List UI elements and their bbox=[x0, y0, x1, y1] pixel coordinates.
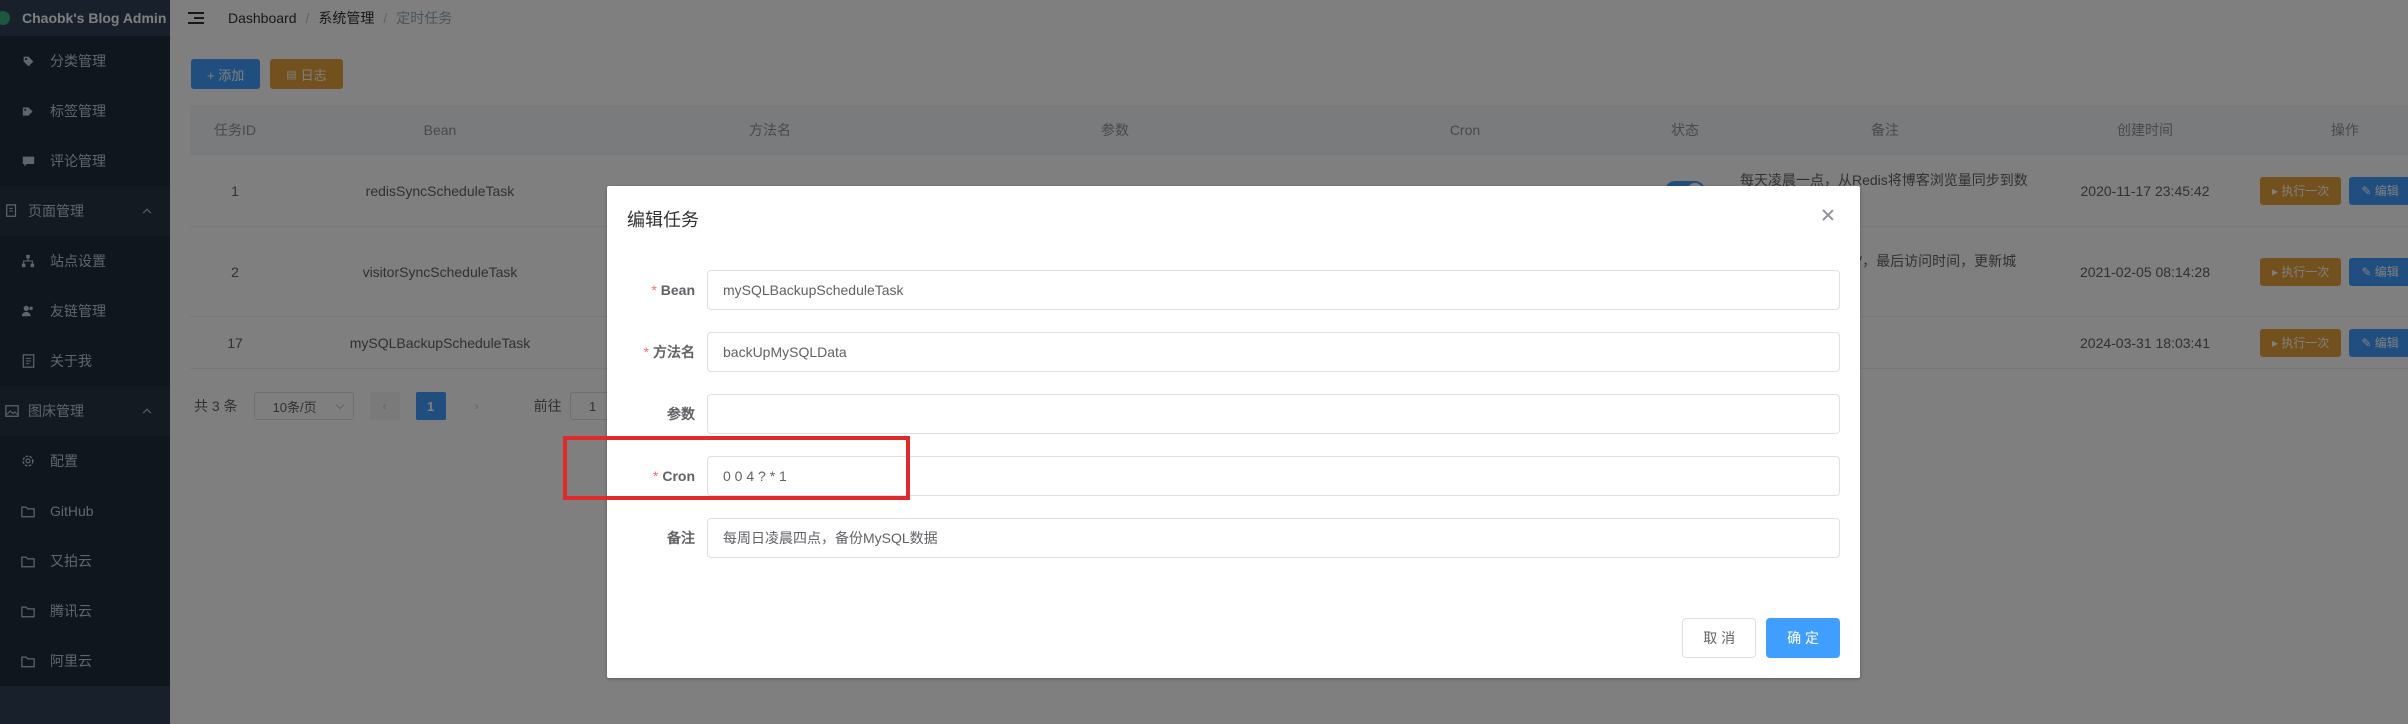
form-row-bean: * Bean mySQLBackupScheduleTask bbox=[607, 270, 1860, 310]
note-label: 备注 bbox=[667, 530, 695, 546]
edit-task-dialog: 编辑任务 * Bean mySQLBackupScheduleTask * 方法名 … bbox=[607, 186, 1860, 678]
close-icon[interactable] bbox=[1820, 208, 1836, 224]
params-label: 参数 bbox=[667, 406, 695, 422]
form-row-params: 参数 bbox=[607, 394, 1860, 434]
note-input[interactable]: 每周日凌晨四点，备份MySQL数据 bbox=[707, 518, 1840, 558]
form-row-note: 备注 每周日凌晨四点，备份MySQL数据 bbox=[607, 518, 1860, 558]
confirm-button[interactable]: 确 定 bbox=[1766, 618, 1840, 658]
dialog-title: 编辑任务 bbox=[627, 210, 699, 230]
cron-label: Cron bbox=[662, 468, 695, 484]
bean-label: Bean bbox=[660, 282, 695, 298]
cron-input[interactable]: 0 0 4 ? * 1 bbox=[707, 456, 1840, 496]
cancel-button[interactable]: 取 消 bbox=[1682, 618, 1757, 658]
method-input[interactable]: backUpMySQLData bbox=[707, 332, 1840, 372]
form-row-cron: * Cron 0 0 4 ? * 1 bbox=[607, 456, 1860, 496]
method-label: 方法名 bbox=[653, 344, 695, 360]
dialog-footer: 取 消 确 定 bbox=[1682, 618, 1840, 658]
bean-input[interactable]: mySQLBackupScheduleTask bbox=[707, 270, 1840, 310]
params-input[interactable] bbox=[707, 394, 1840, 434]
form-row-method: * 方法名 backUpMySQLData bbox=[607, 332, 1860, 372]
